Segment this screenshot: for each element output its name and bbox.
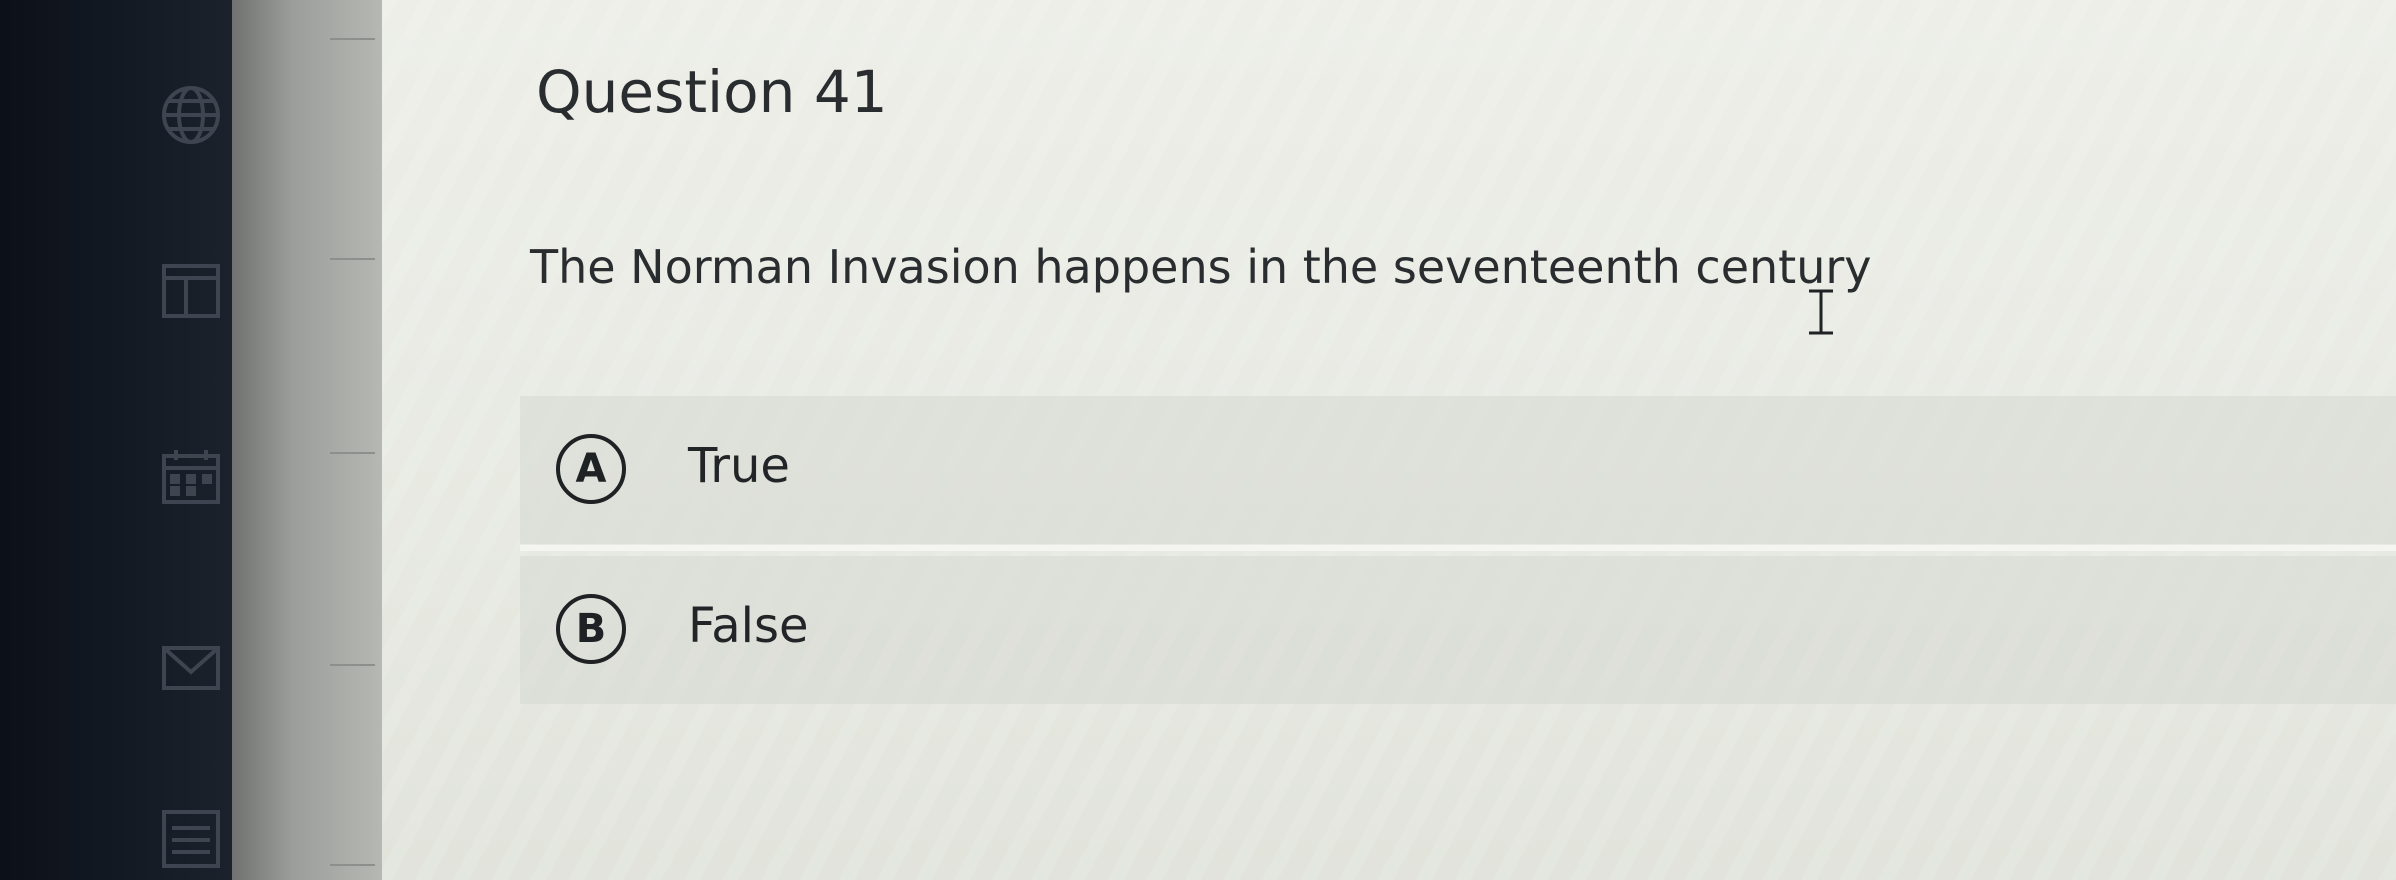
divider: [330, 864, 375, 866]
divider: [330, 664, 375, 666]
list-icon[interactable]: [160, 808, 222, 870]
divider: [330, 38, 375, 40]
globe-icon[interactable]: [160, 84, 222, 146]
calendar-icon[interactable]: [160, 446, 222, 508]
option-label[interactable]: False: [688, 598, 809, 654]
app-rail: [0, 0, 232, 880]
question-title: Question 41: [536, 58, 888, 126]
side-panel: [232, 0, 382, 880]
question-text: The Norman Invasion happens in the seven…: [530, 240, 1872, 294]
divider: [330, 452, 375, 454]
option-letter-badge[interactable]: A: [556, 434, 626, 504]
mail-icon[interactable]: [160, 636, 222, 698]
text-cursor-icon: [1805, 288, 1837, 336]
divider: [330, 258, 375, 260]
answer-option-true[interactable]: A True: [520, 396, 2396, 544]
option-divider: [520, 545, 2396, 551]
option-letter-badge[interactable]: B: [556, 594, 626, 664]
option-label[interactable]: True: [688, 438, 790, 494]
answer-option-false[interactable]: B False: [520, 556, 2396, 704]
layout-icon[interactable]: [160, 260, 222, 322]
